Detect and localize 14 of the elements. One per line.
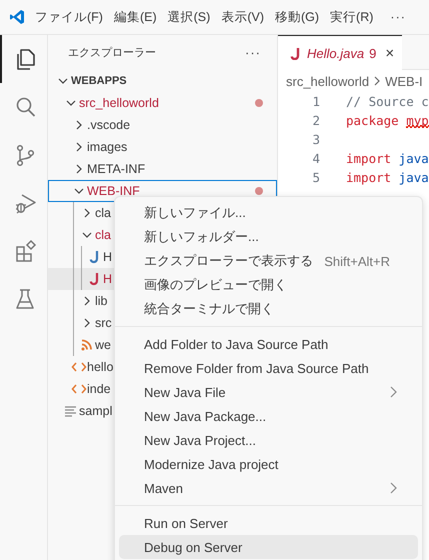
code-text: // Source c <box>346 94 429 109</box>
code-text: import <box>346 170 392 185</box>
problem-count: 9 <box>369 46 376 60</box>
shortcut-text: Shift+Alt+R <box>324 254 390 268</box>
code-text: import <box>346 151 392 166</box>
code-text: java <box>398 151 429 166</box>
code-text: java <box>398 170 429 185</box>
line-number: 4 <box>311 151 320 166</box>
line-number: 1 <box>311 94 320 109</box>
line-number: 5 <box>311 170 320 185</box>
code-text: package <box>346 113 399 128</box>
line-number: 3 <box>311 132 320 147</box>
panel-title: エクスプローラー <box>68 46 156 60</box>
line-number: 2 <box>311 113 320 128</box>
